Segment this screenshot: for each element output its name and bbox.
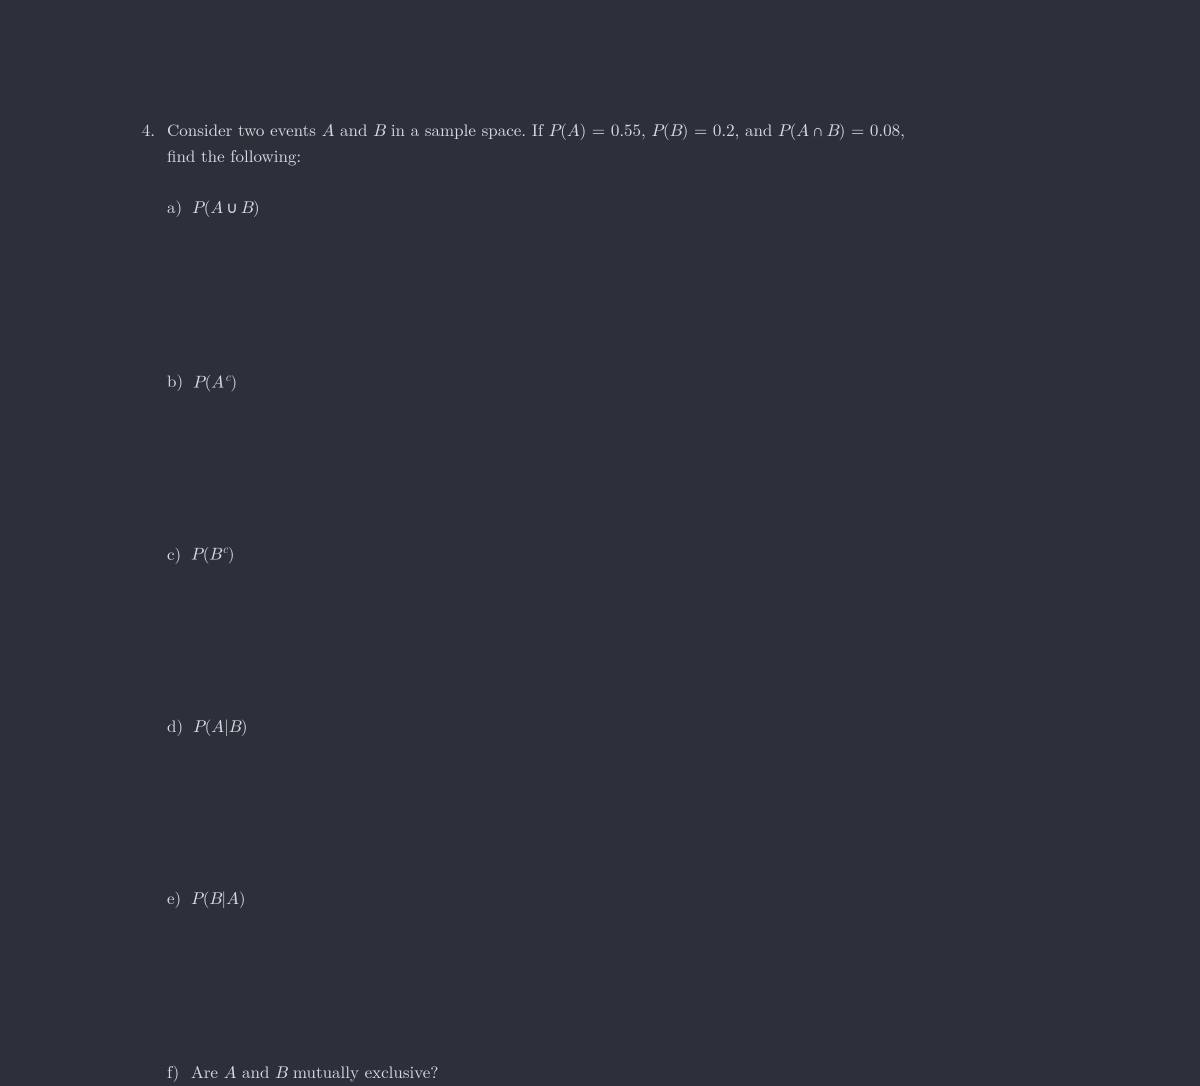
item-body: Are A and B mutually exclusive? — [191, 1060, 438, 1086]
item-label: f) — [167, 1060, 181, 1083]
p: P — [193, 374, 205, 391]
problem-number: 4. — [135, 118, 155, 141]
item-label: e) — [167, 886, 181, 909]
paren: ) — [228, 541, 235, 565]
var-B: B — [275, 1065, 287, 1082]
var-A: A — [211, 719, 224, 736]
answer-space — [167, 740, 1105, 868]
var-B: B — [670, 123, 682, 140]
cup-icon: ∪ — [223, 195, 241, 218]
paren: ) — [231, 368, 238, 392]
item-body: P(B|A) — [191, 886, 245, 912]
item-label: b) — [167, 369, 183, 392]
item-label: a) — [167, 195, 182, 218]
p: P — [778, 123, 790, 140]
item-body: P(A∪B) — [192, 195, 259, 221]
item-a: a) P(A∪B) — [167, 195, 1105, 221]
text: in a sample space. If — [385, 117, 549, 141]
var-A: A — [211, 374, 224, 391]
sep: , — [641, 117, 651, 141]
problem-4: 4. Consider two events A and B in a samp… — [135, 118, 1105, 167]
item-f: f) Are A and B mutually exclusive? — [167, 1060, 1105, 1086]
p: P — [549, 123, 561, 140]
var-A: A — [567, 123, 580, 140]
problem-statement: Consider two events A and B in a sample … — [167, 118, 1105, 167]
complement: c — [222, 541, 227, 557]
var-B: B — [827, 123, 839, 140]
cap-icon: ∩ — [809, 118, 827, 141]
value: ) = 0.2 — [682, 117, 735, 141]
var-B: B — [229, 719, 241, 736]
p: P — [193, 719, 205, 736]
answer-space — [167, 568, 1105, 696]
sep: , — [900, 117, 905, 141]
var-B: B — [241, 200, 253, 217]
paren: ) — [241, 713, 248, 737]
item-body: P(Ac) — [193, 369, 237, 396]
complement: c — [225, 369, 230, 385]
item-e: e) P(B|A) — [167, 886, 1105, 912]
text: mutually exclusive? — [287, 1059, 438, 1083]
value: ) = 0.55 — [580, 117, 641, 141]
var-B: B — [209, 547, 221, 564]
paren: ( — [663, 117, 670, 141]
var-A: A — [226, 891, 239, 908]
paren: ) — [253, 194, 260, 218]
paren: ) — [239, 885, 246, 909]
text: Are — [191, 1059, 224, 1083]
item-body: P(Bc) — [191, 541, 234, 568]
answer-space — [167, 221, 1105, 351]
item-b: b) P(Ac) — [167, 369, 1105, 396]
text: Consider two events — [167, 117, 322, 141]
sep: , and — [735, 117, 778, 141]
answer-space — [167, 395, 1105, 523]
var-A: A — [210, 200, 223, 217]
var-B: B — [373, 123, 385, 140]
var-A: A — [796, 123, 809, 140]
var-A: A — [224, 1065, 237, 1082]
subitems: a) P(A∪B) b) P(Ac) c) P(Bc) d) P(A|B) — [167, 195, 1105, 1086]
item-label: c) — [167, 542, 181, 565]
p: P — [651, 123, 663, 140]
var-A: A — [322, 123, 335, 140]
text: and — [236, 1059, 275, 1083]
text: and — [334, 117, 373, 141]
item-label: d) — [167, 714, 183, 737]
paren: ( — [560, 117, 567, 141]
answer-space — [167, 912, 1105, 1042]
p: P — [191, 891, 203, 908]
item-d: d) P(A|B) — [167, 714, 1105, 740]
text: find the following: — [167, 143, 301, 167]
item-c: c) P(Bc) — [167, 541, 1105, 568]
p: P — [191, 547, 203, 564]
var-B: B — [209, 891, 221, 908]
item-body: P(A|B) — [193, 714, 247, 740]
value: ) = 0.08 — [839, 117, 900, 141]
p: P — [192, 200, 204, 217]
page: 4. Consider two events A and B in a samp… — [0, 0, 1200, 1086]
